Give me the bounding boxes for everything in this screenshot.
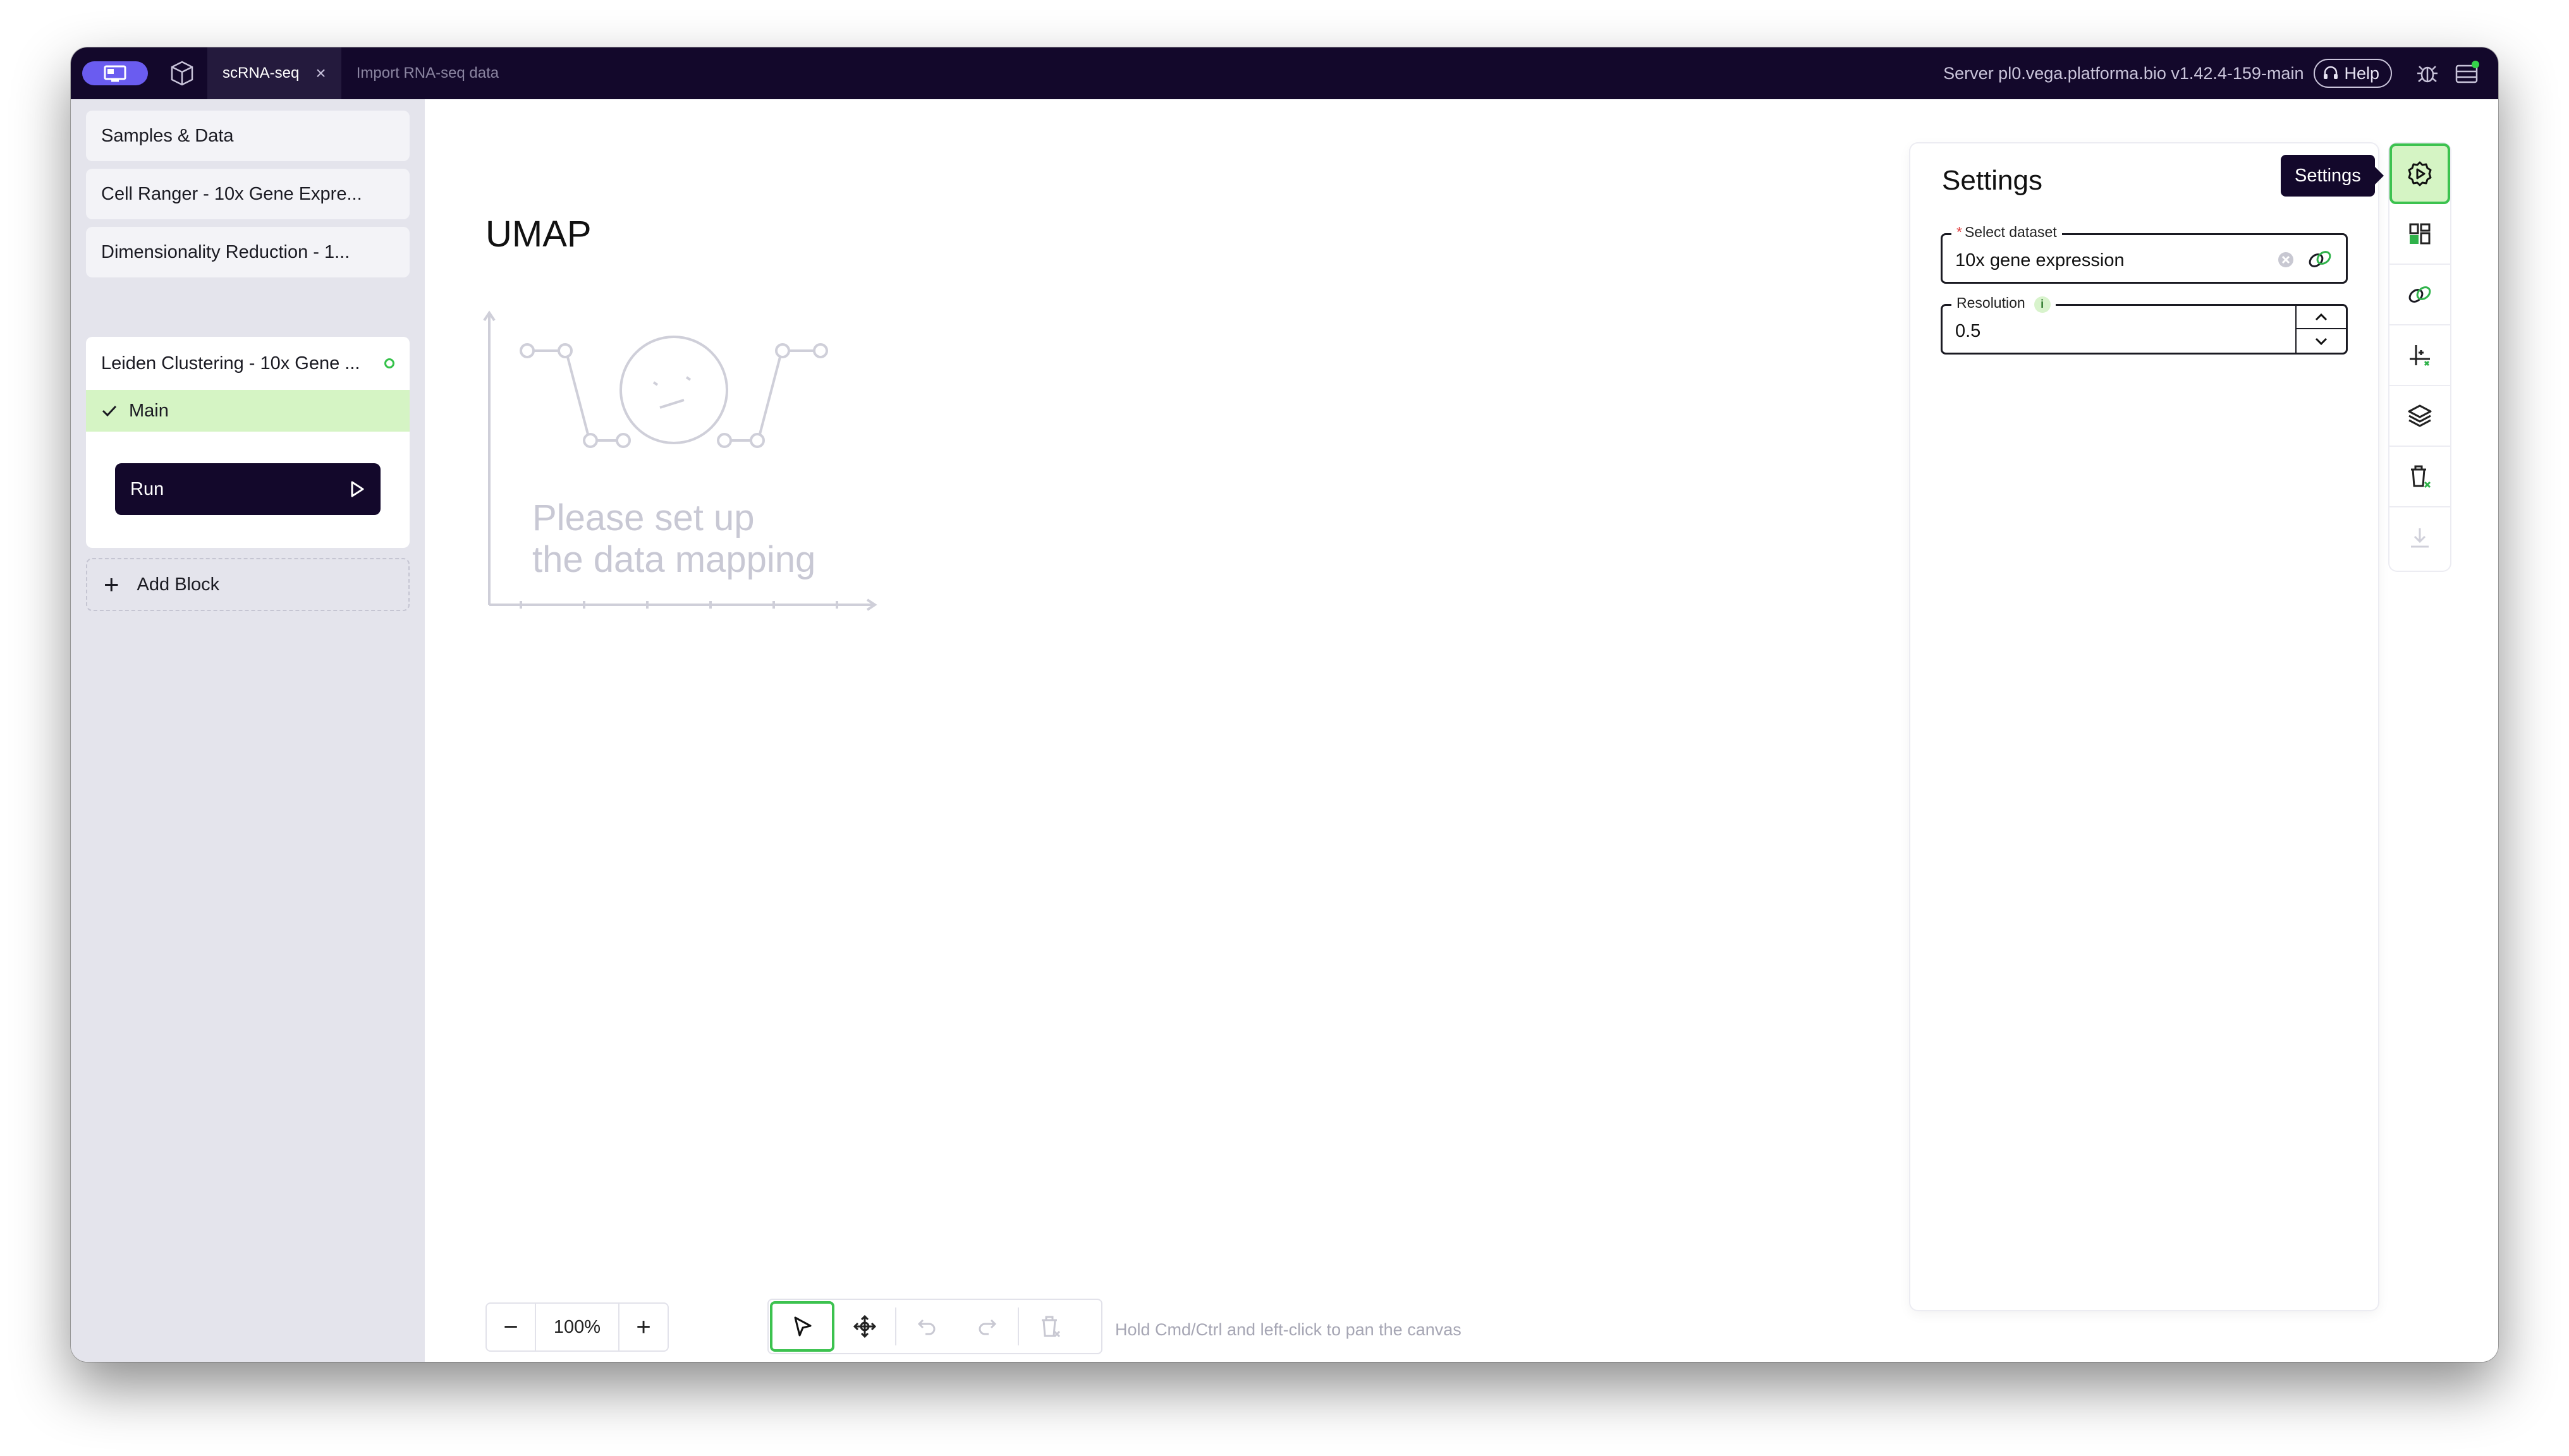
- status-dot: [2472, 61, 2479, 68]
- gear-icon: [2408, 161, 2432, 186]
- layout-icon: [2409, 223, 2431, 245]
- redo-icon: [979, 1319, 997, 1335]
- resolution-field[interactable]: Resolution i 0.5: [1941, 294, 2348, 355]
- page-title: UMAP: [485, 214, 592, 255]
- section-label: Main: [129, 400, 169, 421]
- tab-label: scRNA-seq: [223, 64, 300, 82]
- zoom-out-button[interactable]: −: [487, 1304, 535, 1350]
- clear-rail-button[interactable]: [2389, 447, 2450, 507]
- settings-tooltip: Settings: [2281, 155, 2384, 197]
- layers-icon: [2408, 404, 2432, 427]
- tab-label: Import RNA-seq data: [356, 64, 499, 82]
- run-label: Run: [130, 478, 164, 499]
- trash-x-icon: [2411, 465, 2431, 488]
- trash-x-icon: [1042, 1316, 1061, 1338]
- block-dimensionality-reduction[interactable]: Dimensionality Reduction - 1...: [86, 227, 410, 277]
- settings-title: Settings: [1942, 165, 2042, 196]
- download-rail-button[interactable]: [2389, 507, 2450, 568]
- app-switcher-button[interactable]: [82, 61, 148, 85]
- zoom-in-button[interactable]: +: [619, 1304, 668, 1350]
- block-cell-ranger[interactable]: Cell Ranger - 10x Gene Expre...: [86, 169, 410, 219]
- help-button[interactable]: Help: [2314, 59, 2392, 88]
- axes-rail-button[interactable]: [2389, 325, 2450, 386]
- block-leiden-clustering: Leiden Clustering - 10x Gene ... Main Ru…: [86, 337, 410, 548]
- dataset-value: 10x gene expression: [1955, 250, 2125, 270]
- section-main[interactable]: Main: [86, 390, 410, 432]
- add-block-label: Add Block: [137, 574, 220, 595]
- layout-rail-button[interactable]: [2389, 204, 2450, 265]
- add-block-button[interactable]: + Add Block: [86, 558, 410, 611]
- block-label: Dimensionality Reduction - 1...: [101, 241, 350, 262]
- redo-button[interactable]: [957, 1300, 1018, 1353]
- move-icon: [853, 1314, 877, 1338]
- info-icon[interactable]: i: [2034, 296, 2051, 313]
- block-label: Samples & Data: [101, 125, 234, 146]
- pan-tool-button[interactable]: [834, 1300, 895, 1353]
- block-header[interactable]: Leiden Clustering - 10x Gene ...: [86, 337, 410, 390]
- settings-panel: Settings * Select dataset 10x gene expres…: [1910, 143, 2378, 1310]
- sidebar: Samples & Data Cell Ranger - 10x Gene Ex…: [71, 99, 425, 1362]
- increment-button[interactable]: [2297, 306, 2346, 329]
- select-dataset-field[interactable]: * Select dataset 10x gene expression: [1941, 224, 2348, 284]
- headset-icon: [2324, 66, 2338, 79]
- status-ring-icon: [384, 358, 394, 368]
- server-version-text: Server pl0.vega.platforma.bio v1.42.4-15…: [1943, 63, 2304, 83]
- cube-icon[interactable]: [166, 57, 198, 90]
- run-button[interactable]: Run: [115, 463, 381, 515]
- resolution-label: Resolution i: [1951, 294, 2056, 313]
- zoom-controls: − 100% +: [485, 1302, 669, 1352]
- link-icon: [2408, 286, 2431, 303]
- canvas-tools: [767, 1299, 1102, 1354]
- required-marker: *: [1956, 224, 1962, 240]
- help-label: Help: [2344, 63, 2379, 83]
- resolution-stepper: [2295, 306, 2346, 353]
- right-tool-rail: [2389, 143, 2450, 571]
- undo-button[interactable]: [896, 1300, 957, 1353]
- tab-import-rna-seq[interactable]: Import RNA-seq data: [341, 47, 514, 99]
- decrement-button[interactable]: [2297, 329, 2346, 353]
- chevron-up-icon: [2315, 313, 2328, 320]
- dataset-label: * Select dataset: [1951, 224, 2062, 241]
- zoom-level[interactable]: 100%: [535, 1304, 619, 1350]
- block-samples-data[interactable]: Samples & Data: [86, 111, 410, 161]
- block-label: Cell Ranger - 10x Gene Expre...: [101, 183, 362, 204]
- dataset-label-text: Select dataset: [1964, 224, 2057, 240]
- download-icon: [2411, 528, 2429, 548]
- clear-canvas-button[interactable]: [1019, 1300, 1080, 1353]
- select-tool-button[interactable]: [770, 1301, 834, 1352]
- link-icon[interactable]: [2305, 246, 2334, 272]
- layers-rail-button[interactable]: [2389, 386, 2450, 447]
- cursor-icon: [794, 1316, 812, 1337]
- block-label: Leiden Clustering - 10x Gene ...: [101, 353, 360, 373]
- pan-hint: Hold Cmd/Ctrl and left-click to pan the …: [1115, 1320, 1461, 1339]
- resolution-value: 0.5: [1955, 321, 1981, 341]
- plus-icon: +: [104, 569, 119, 599]
- axes-icon: [2410, 345, 2430, 367]
- undo-icon: [917, 1319, 936, 1335]
- titlebar-right: Server pl0.vega.platforma.bio v1.42.4-15…: [1943, 58, 2498, 88]
- clear-icon[interactable]: [2276, 250, 2295, 269]
- check-icon: [102, 405, 117, 417]
- data-mapping-rail-button[interactable]: [2389, 265, 2450, 325]
- chevron-down-icon: [2315, 337, 2328, 345]
- placeholder-message: Please set up the data mapping: [532, 497, 816, 580]
- tab-scrna-seq[interactable]: scRNA-seq ×: [207, 47, 341, 99]
- storage-icon[interactable]: [2451, 58, 2482, 88]
- play-icon: [351, 481, 364, 497]
- resolution-label-text: Resolution: [1956, 294, 2025, 311]
- title-bar: scRNA-seq × Import RNA-seq data Server p…: [71, 47, 2498, 99]
- bug-icon[interactable]: [2412, 58, 2443, 88]
- app-window: scRNA-seq × Import RNA-seq data Server p…: [71, 47, 2498, 1362]
- monitor-icon: [104, 65, 126, 82]
- settings-rail-button[interactable]: [2389, 143, 2450, 204]
- close-icon[interactable]: ×: [315, 63, 326, 83]
